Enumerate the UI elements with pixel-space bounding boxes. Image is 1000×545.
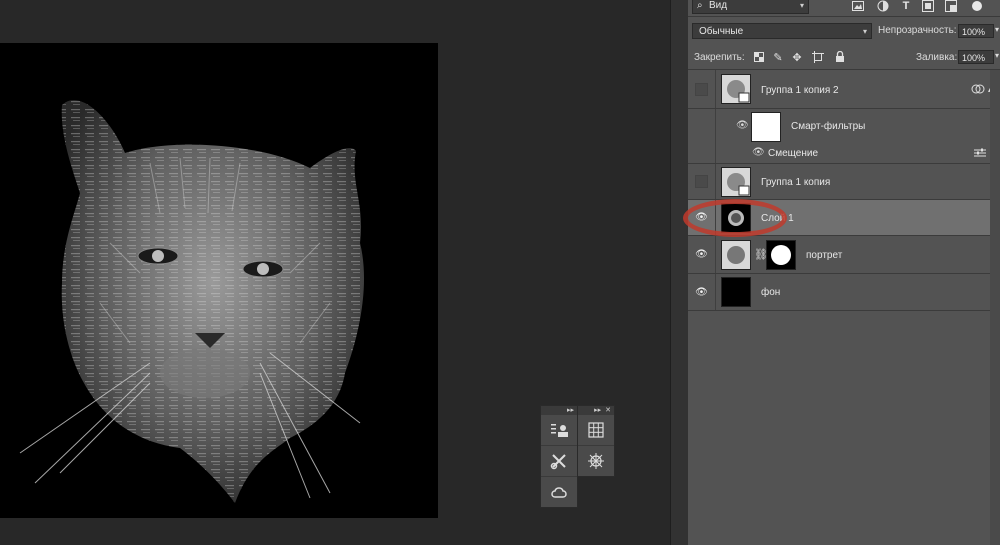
eye-icon[interactable]: 👁︎	[695, 249, 708, 260]
shape-filter-icon[interactable]	[921, 0, 935, 13]
image-filter-icon[interactable]	[851, 0, 865, 13]
layer-name: Группа 1 копия 2	[761, 85, 839, 96]
panel-expand-icon[interactable]: ▸▸	[541, 406, 577, 415]
close-icon[interactable]: ✕	[605, 406, 611, 415]
compass-icon[interactable]	[578, 446, 614, 476]
layer-name: Группа 1 копия	[761, 177, 831, 188]
smart-filter-mask-thumbnail[interactable]	[751, 112, 781, 142]
document-workspace[interactable]: ▸▸ ▸▸ ✕	[0, 0, 670, 545]
panel-dock-separator[interactable]	[670, 0, 690, 545]
text-filter-icon[interactable]: T	[899, 0, 913, 13]
layers-scrollbar[interactable]	[990, 70, 1000, 545]
opacity-input[interactable]: 100%	[958, 24, 994, 38]
eye-icon[interactable]: 👁︎	[752, 147, 765, 158]
filter-row[interactable]: 👁︎ Смещение	[688, 145, 1000, 164]
visibility-toggle[interactable]	[695, 82, 708, 96]
floating-panel-2[interactable]: ▸▸ ✕	[577, 405, 615, 477]
panel-expand-icon[interactable]: ▸▸	[594, 406, 601, 415]
layer-row[interactable]: 👁︎ ⛓︎ портрет	[688, 236, 1000, 274]
layer-thumbnail	[721, 167, 751, 197]
search-icon: ⌕	[697, 0, 703, 11]
document-canvas[interactable]	[0, 43, 438, 518]
lock-label: Закрепить:	[694, 52, 745, 63]
opacity-label: Непрозрачность:	[878, 25, 957, 36]
layer-filter-select[interactable]: ⌕ Вид ▾	[692, 0, 809, 14]
highlight-circle	[683, 199, 787, 237]
lock-brush-icon[interactable]: ✎	[771, 50, 785, 64]
fill-label: Заливка:	[916, 52, 958, 63]
filter-effects-icon[interactable]	[971, 83, 985, 98]
smart-filters-row[interactable]: 👁︎ Смарт-фильтры	[688, 109, 1000, 145]
layer-thumbnail	[721, 74, 751, 104]
layer-name: фон	[761, 287, 781, 298]
lock-all-icon[interactable]	[833, 50, 847, 64]
eye-icon[interactable]: 👁︎	[695, 287, 708, 298]
layer-thumbnail	[721, 277, 751, 307]
layer-mask-thumbnail[interactable]	[766, 240, 796, 270]
properties-icon[interactable]	[541, 415, 577, 446]
floating-panel-1[interactable]: ▸▸	[540, 405, 578, 508]
chevron-down-icon[interactable]: ▾	[995, 51, 999, 60]
chevron-down-icon[interactable]: ▾	[995, 25, 999, 34]
blend-mode-select[interactable]: Обычные ▾	[692, 23, 872, 39]
eye-icon[interactable]: 👁︎	[736, 120, 749, 131]
grid-icon[interactable]	[578, 415, 614, 446]
lock-move-icon[interactable]: ✥	[790, 50, 804, 64]
lock-pixels-icon[interactable]	[752, 50, 766, 64]
cat-artwork	[19, 100, 365, 503]
layer-row[interactable]: Группа 1 копия	[688, 164, 1000, 200]
chevron-down-icon: ▾	[862, 27, 867, 36]
layer-name: Смещение	[768, 148, 819, 159]
layer-name: портрет	[806, 250, 843, 261]
brush-tools-icon[interactable]	[541, 446, 577, 477]
layer-row[interactable]: 👁︎ фон	[688, 274, 1000, 311]
fill-input[interactable]: 100%	[958, 50, 994, 64]
adjust-filter-icon[interactable]	[876, 0, 890, 13]
lock-artboard-icon[interactable]	[811, 50, 825, 64]
filter-toggle[interactable]	[972, 1, 982, 11]
filter-options-icon[interactable]	[974, 148, 986, 161]
visibility-toggle[interactable]	[695, 175, 708, 188]
layer-thumbnail	[721, 240, 751, 270]
smart-filter-icon[interactable]	[944, 0, 958, 13]
chevron-down-icon: ▾	[799, 1, 804, 10]
layer-name: Смарт-фильтры	[791, 121, 866, 132]
layers-panel: ⌕ Вид ▾ T Обычные ▾ Непрозрачность: 100%…	[683, 0, 1000, 545]
layer-row[interactable]: Группа 1 копия 2 ▴	[688, 70, 1000, 109]
creative-cloud-icon[interactable]	[541, 477, 577, 507]
